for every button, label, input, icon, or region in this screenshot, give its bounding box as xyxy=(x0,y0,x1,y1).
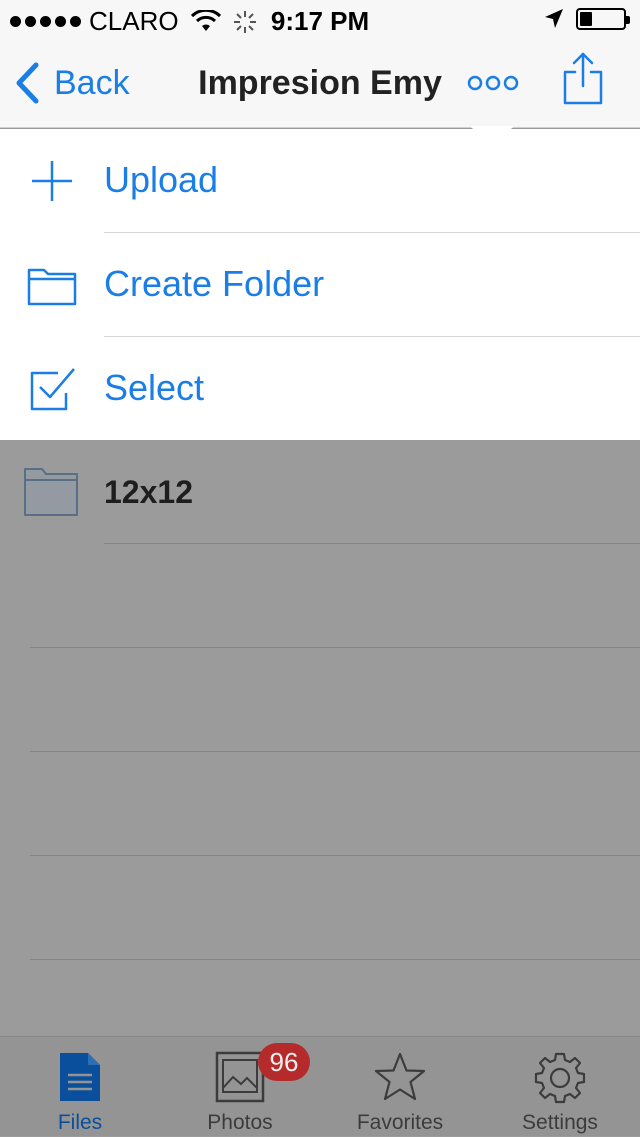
menu-item-create-folder[interactable]: Create Folder xyxy=(0,233,640,337)
divider xyxy=(30,959,640,960)
location-arrow-icon xyxy=(545,9,563,28)
tab-settings[interactable]: Settings xyxy=(480,1037,640,1137)
tab-favorites[interactable]: Favorites xyxy=(320,1037,480,1137)
menu-item-select[interactable]: Select xyxy=(0,337,640,441)
tab-label: Favorites xyxy=(356,1111,444,1134)
plus-icon xyxy=(32,161,72,201)
menu-item-label: Create Folder xyxy=(104,263,325,304)
status-bar: CLARO 9:17 PM xyxy=(0,0,640,40)
tab-bar: Files Photos 96 Favorites Settings xyxy=(0,1036,640,1136)
divider xyxy=(104,543,640,544)
star-icon xyxy=(374,1052,426,1101)
file-name: 12x12 xyxy=(104,474,193,510)
tab-files[interactable]: Files xyxy=(0,1037,160,1137)
actions-menu: Upload Create Folder Select xyxy=(0,129,640,440)
battery-icon xyxy=(576,8,630,30)
file-list: 12x12 xyxy=(0,440,640,1036)
tab-label: Files xyxy=(57,1111,103,1134)
gear-icon xyxy=(534,1052,586,1104)
menu-item-upload[interactable]: Upload xyxy=(0,129,640,233)
menu-item-label: Select xyxy=(104,367,205,408)
folder-icon xyxy=(27,268,77,306)
tab-label: Photos xyxy=(207,1111,273,1134)
menu-item-label: Upload xyxy=(104,159,219,200)
tab-label: Settings xyxy=(522,1111,598,1134)
checkbox-icon xyxy=(30,368,75,411)
divider xyxy=(30,855,640,856)
divider xyxy=(30,647,640,648)
more-options-icon[interactable] xyxy=(466,74,520,92)
photos-count-badge: 96 xyxy=(258,1043,310,1081)
menu-pointer xyxy=(470,126,514,148)
document-icon xyxy=(60,1053,100,1101)
list-item[interactable]: 12x12 xyxy=(0,440,640,544)
navigation-bar: Back Impresion Emy xyxy=(0,40,640,128)
page-title: Impresion Emy xyxy=(198,64,442,102)
divider xyxy=(30,751,640,752)
share-icon[interactable] xyxy=(562,52,604,106)
folder-icon xyxy=(24,468,78,516)
